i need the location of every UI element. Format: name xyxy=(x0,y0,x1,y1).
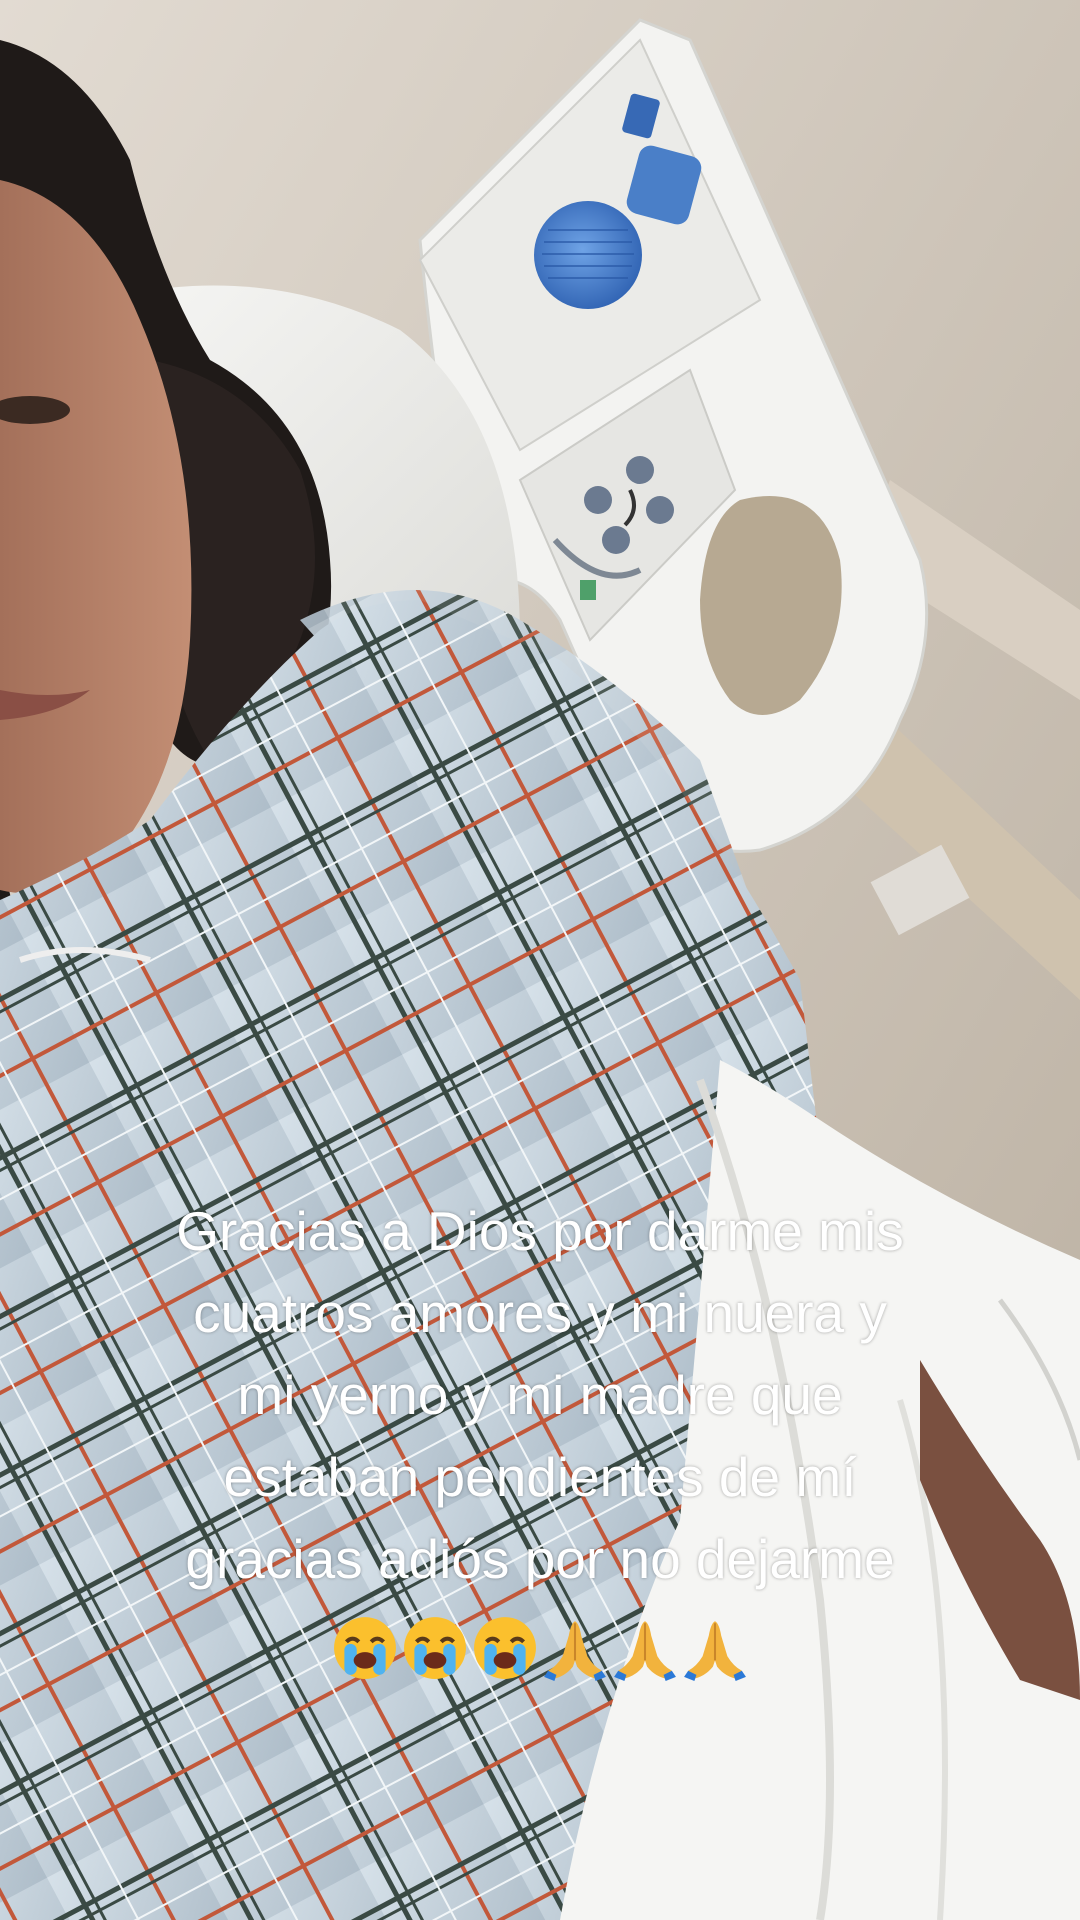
caption-line-4: estaban pendientes de mí xyxy=(223,1446,857,1508)
folded-hands-emoji-icon xyxy=(614,1621,676,1682)
folded-hands-emoji-icon xyxy=(684,1621,746,1682)
folded-hands-emoji-icon xyxy=(544,1621,606,1682)
caption-line-1: Gracias a Dios por darme mis xyxy=(176,1200,904,1262)
crying-face-emoji-icon xyxy=(404,1617,466,1680)
caption-line-3: mi yerno y mi madre que xyxy=(237,1364,843,1426)
caption-line-2: cuatros amores y mi nuera y xyxy=(193,1282,887,1344)
crying-face-emoji-icon xyxy=(474,1617,536,1680)
video-caption: Gracias a Dios por darme mis cuatros amo… xyxy=(20,1190,1060,1682)
caption-line-5: gracias adiós por no dejarme xyxy=(185,1528,895,1590)
caption-emojis xyxy=(332,1615,748,1682)
video-frame: Gracias a Dios por darme mis cuatros amo… xyxy=(0,0,1080,1920)
crying-face-emoji-icon xyxy=(334,1617,396,1680)
